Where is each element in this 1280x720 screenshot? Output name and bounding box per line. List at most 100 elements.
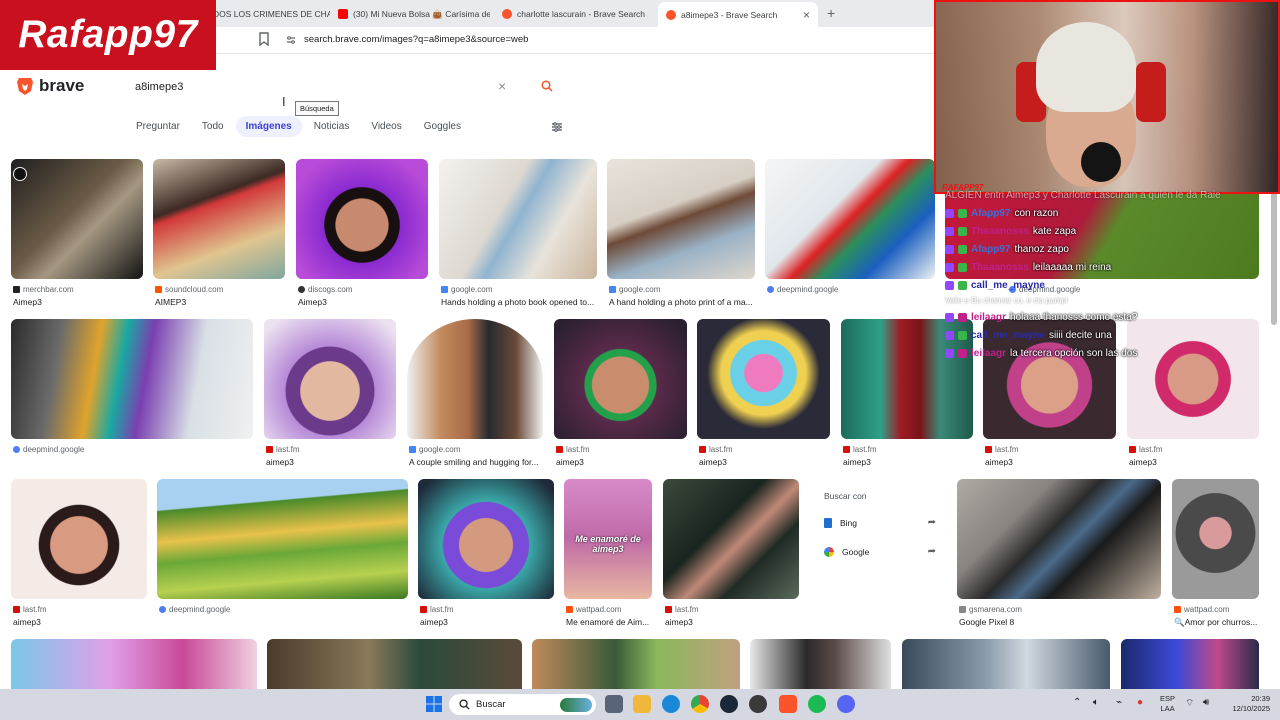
result-title[interactable]: Hands holding a photo book opened to... [441,297,595,307]
result-source[interactable]: last.fm [843,445,877,454]
image-result[interactable]: last.fm aimep3 [697,319,830,469]
result-thumbnail[interactable] [267,639,522,689]
result-source[interactable]: deepmind.google [159,605,230,614]
result-source[interactable]: deepmind.google [13,445,84,454]
result-thumbnail[interactable] [157,479,408,599]
image-result[interactable] [11,639,257,689]
image-result[interactable]: google.com A couple smiling and hugging … [407,319,543,469]
result-source[interactable]: last.fm [665,605,699,614]
result-title[interactable]: aimep3 [266,457,394,467]
image-result[interactable] [532,639,740,689]
result-thumbnail[interactable] [439,159,597,279]
image-result[interactable]: last.fm aimep3 [418,479,554,629]
result-source[interactable]: discogs.com [298,285,352,294]
image-result[interactable]: discogs.com Aimep3 [296,159,428,309]
result-thumbnail[interactable] [407,319,543,439]
result-thumbnail[interactable] [11,479,147,599]
search-with-bing[interactable]: Bing ➦ [824,517,936,528]
result-source[interactable]: google.com [409,445,460,454]
image-result[interactable]: google.com A hand holding a photo print … [607,159,755,309]
image-result[interactable]: wattpad.com 🔍Amor por churros... [1172,479,1259,629]
result-source[interactable]: last.fm [985,445,1019,454]
result-title[interactable]: Google Pixel 8 [959,617,1159,627]
result-title[interactable]: 🔍Amor por churros... [1174,617,1261,628]
result-title[interactable]: AIMEP3 [155,297,283,307]
result-source[interactable]: wattpad.com [566,605,621,614]
result-thumbnail[interactable] [11,159,143,279]
result-source[interactable]: last.fm [266,445,300,454]
result-source[interactable]: google.com [441,285,492,294]
image-result[interactable]: merchbar.com Aimep3 [11,159,143,309]
image-result[interactable]: last.fm aimep3 [554,319,687,469]
image-result[interactable] [267,639,522,689]
result-source[interactable]: merchbar.com [13,285,74,294]
result-thumbnail[interactable] [957,479,1161,599]
result-source[interactable]: last.fm [699,445,733,454]
image-result[interactable]: last.fm aimep3 [11,479,147,629]
speaker-icon[interactable]: 🔈︎ [1093,697,1099,708]
result-thumbnail[interactable] [264,319,396,439]
result-title[interactable]: aimep3 [985,457,1113,467]
image-result[interactable]: soundcloud.com AIMEP3 [153,159,285,309]
image-result[interactable]: deepmind.google [11,319,253,469]
result-source[interactable]: last.fm [556,445,590,454]
result-title[interactable]: aimep3 [556,457,684,467]
discord-icon[interactable] [837,695,855,713]
image-result[interactable]: gsmarena.com Google Pixel 8 [957,479,1161,629]
tray-overflow-icon[interactable]: ⌃ [1073,697,1081,708]
result-thumbnail[interactable] [663,479,799,599]
result-title[interactable]: aimep3 [13,617,141,627]
result-title[interactable]: A hand holding a photo print of a ma... [609,297,753,307]
image-result[interactable]: deepmind.google [157,479,408,629]
result-source[interactable]: deepmind.google [767,285,838,294]
result-thumbnail[interactable] [697,319,830,439]
spotify-icon[interactable] [808,695,826,713]
result-title[interactable]: A couple smiling and hugging for... [409,457,543,467]
result-thumbnail[interactable] [11,319,253,439]
result-thumbnail[interactable] [902,639,1110,689]
result-title[interactable]: Me enamoré de Aim... [566,617,654,627]
result-title[interactable]: aimep3 [843,457,971,467]
result-title[interactable]: Aimep3 [298,297,426,307]
windows-start-icon[interactable] [425,695,443,713]
result-source[interactable]: wattpad.com [1174,605,1229,614]
input-language[interactable]: ESP LAA [1160,694,1175,714]
result-thumbnail[interactable] [296,159,428,279]
result-title[interactable]: aimep3 [1129,457,1257,467]
image-result[interactable] [1121,639,1259,689]
result-thumbnail[interactable] [11,639,257,689]
result-title[interactable]: aimep3 [665,617,793,627]
result-title[interactable]: aimep3 [699,457,827,467]
result-thumbnail[interactable] [607,159,755,279]
result-thumbnail[interactable] [1121,639,1259,689]
result-thumbnail[interactable] [765,159,935,279]
result-source[interactable]: soundcloud.com [155,285,223,294]
result-thumbnail[interactable] [418,479,554,599]
image-result[interactable]: deepmind.google [765,159,935,309]
edge-icon[interactable] [662,695,680,713]
task-view-icon[interactable] [605,695,623,713]
result-thumbnail[interactable] [554,319,687,439]
taskbar-search[interactable]: Buscar [449,694,596,715]
image-result[interactable]: last.fm aimep3 [663,479,799,629]
result-source[interactable]: google.com [609,285,660,294]
image-result[interactable] [902,639,1110,689]
result-source[interactable]: last.fm [13,605,47,614]
result-thumbnail[interactable] [1172,479,1259,599]
result-source[interactable]: last.fm [1129,445,1163,454]
obs-icon[interactable] [749,695,767,713]
result-source[interactable]: gsmarena.com [959,605,1022,614]
image-result[interactable] [750,639,891,689]
image-result[interactable]: Me enamoré de aimep3 wattpad.com Me enam… [564,479,652,629]
result-thumbnail[interactable] [532,639,740,689]
result-title[interactable]: aimep3 [420,617,548,627]
result-thumbnail[interactable] [750,639,891,689]
chrome-icon[interactable] [691,695,709,713]
brave-taskbar-icon[interactable] [779,695,797,713]
network-icon[interactable]: ⌁ [1116,697,1122,708]
file-explorer-icon[interactable] [633,695,651,713]
steam-icon[interactable] [720,695,738,713]
result-source[interactable]: last.fm [420,605,454,614]
wifi-icon[interactable]: ⌔ [1185,697,1194,710]
record-icon[interactable]: ● [1137,697,1143,708]
